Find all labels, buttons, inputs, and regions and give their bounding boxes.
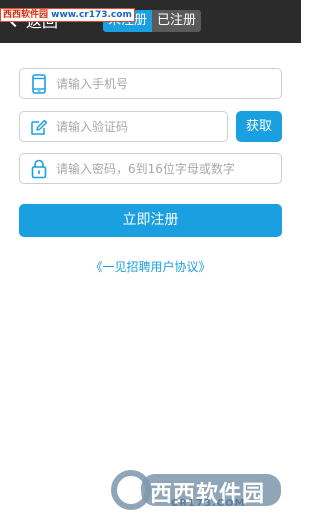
phone-input[interactable]	[56, 76, 256, 91]
password-field[interactable]	[19, 153, 282, 184]
watermark-top: 西西软件园 www.cr173.com	[0, 8, 135, 22]
watermark-url: www.cr173.com	[51, 10, 132, 20]
phone-field[interactable]	[19, 68, 282, 99]
code-input[interactable]	[56, 119, 196, 134]
phone-icon	[28, 73, 50, 95]
get-code-button[interactable]: 获取	[236, 111, 282, 142]
watermark-name: 西西软件园	[3, 10, 49, 20]
user-agreement-link[interactable]: 《一见招聘用户协议》	[0, 258, 301, 275]
code-field[interactable]	[19, 111, 228, 142]
password-input[interactable]	[56, 161, 256, 176]
watermark-logo-sub: CR173.COM	[171, 498, 246, 509]
lock-icon	[28, 158, 50, 180]
edit-icon	[28, 116, 50, 138]
tab-registered[interactable]: 已注册	[152, 10, 202, 32]
register-button[interactable]: 立即注册	[19, 204, 282, 237]
